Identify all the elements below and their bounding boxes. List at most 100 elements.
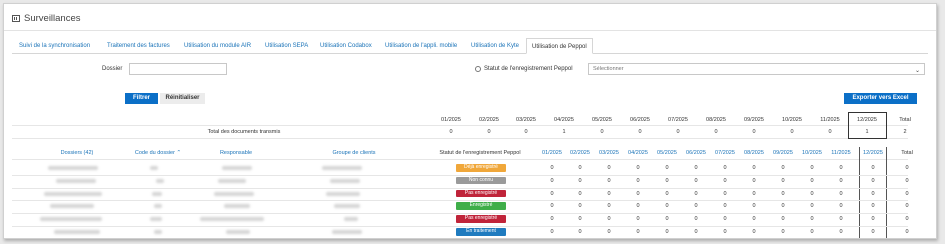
table-cell-value: 0: [578, 177, 582, 184]
tab-codabox[interactable]: Utilisation Codabox: [320, 38, 372, 54]
table-cell-value: 0: [839, 165, 843, 171]
table-cell-value: 0: [694, 177, 698, 184]
redacted-text: [214, 191, 254, 196]
tab-air-module[interactable]: Utilisation du module AIR: [184, 38, 251, 54]
dossier-input[interactable]: [129, 63, 227, 75]
status-radio-icon[interactable]: [475, 66, 481, 72]
table-header-divider: [12, 159, 908, 160]
tab-peppol[interactable]: Utilisation de Peppol: [526, 38, 593, 54]
reset-button[interactable]: Réinitialiser: [160, 93, 205, 104]
table-cell-value: 0: [578, 229, 582, 235]
export-excel-button[interactable]: Exporter vers Excel: [844, 93, 917, 104]
table-cell-value: 0: [607, 229, 611, 235]
redacted-text: [322, 166, 362, 170]
table-cell-value: 0: [723, 190, 727, 197]
table-row-divider: [12, 226, 908, 227]
redacted-text: [48, 166, 98, 170]
table-month-header[interactable]: 07/2025: [711, 150, 739, 156]
summary-value: 1: [562, 129, 566, 135]
status-badge: Pas enregistré: [456, 215, 506, 223]
table-total-header: Total: [901, 150, 913, 156]
table-month-header[interactable]: 02/2025: [566, 150, 594, 156]
summary-month-header: 01/2025: [441, 117, 461, 123]
table-cell-value: 0: [694, 229, 698, 235]
col-groupe[interactable]: Groupe de clients: [324, 150, 384, 156]
tab-kyte[interactable]: Utilisation de Kyte: [471, 38, 519, 54]
table-cell-value: 0: [839, 177, 843, 184]
table-month-header[interactable]: 05/2025: [653, 150, 681, 156]
table-cell-value: 0: [550, 165, 554, 171]
tab-synchronisation[interactable]: Suivi de la synchronisation: [19, 38, 90, 54]
tab-invoices[interactable]: Traitement des factures: [107, 38, 170, 54]
redacted-text: [200, 217, 264, 222]
table-cell-value: 0: [871, 165, 875, 171]
summary-value: 0: [487, 129, 491, 135]
table-cell-value: 0: [550, 203, 554, 210]
summary-value: 0: [638, 129, 642, 135]
table-cell-value: 0: [607, 165, 611, 171]
sort-ascending-icon: ⌃: [176, 150, 182, 156]
table-cell-value: 0: [871, 190, 875, 197]
tab-bar: Suivi de la synchronisation Traitement d…: [12, 38, 928, 54]
summary-month-header: 04/2025: [554, 117, 574, 123]
tab-mobile-app[interactable]: Utilisation de l'appli. mobile: [385, 38, 457, 54]
table-month-header[interactable]: 08/2025: [740, 150, 768, 156]
redacted-text: [218, 178, 246, 183]
redacted-text: [44, 191, 102, 196]
table-month-header[interactable]: 06/2025: [682, 150, 710, 156]
table-cell-value: 0: [665, 216, 669, 223]
summary-month-header: 02/2025: [479, 117, 499, 123]
table-row-total: 0: [905, 229, 909, 235]
table-month-header[interactable]: 09/2025: [769, 150, 797, 156]
table-cell-value: 0: [578, 165, 582, 171]
summary-value: 1: [865, 129, 869, 135]
table-month-header[interactable]: 12/2025: [859, 150, 887, 156]
table-month-header[interactable]: 01/2025: [538, 150, 566, 156]
tab-sepa[interactable]: Utilisation SEPA: [265, 38, 308, 54]
table-cell-value: 0: [781, 229, 785, 235]
dossier-label: Dossier: [102, 66, 123, 72]
table-month-header[interactable]: 10/2025: [798, 150, 826, 156]
status-filter-label: Statut de l'enregistrement Peppol: [484, 66, 573, 72]
col-code-dossier[interactable]: Code du dossier ⌃: [133, 150, 183, 156]
page-title: Surveillances: [12, 13, 81, 24]
table-month-header[interactable]: 04/2025: [624, 150, 652, 156]
table-cell-value: 0: [839, 216, 843, 223]
status-select[interactable]: Sélectionner ⌄: [588, 63, 925, 75]
table-cell-value: 0: [578, 203, 582, 210]
table-cell-value: 0: [694, 203, 698, 210]
redacted-text: [222, 166, 252, 170]
table-cell-value: 0: [607, 203, 611, 210]
table-cell-value: 0: [550, 229, 554, 235]
status-badge: Pas enregistré: [456, 189, 506, 198]
table-month-header[interactable]: 03/2025: [595, 150, 623, 156]
redacted-text: [56, 178, 96, 183]
title-divider: [4, 30, 936, 31]
table-cell-value: 0: [781, 165, 785, 171]
summary-month-header: 12/2025: [857, 117, 877, 123]
table-cell-value: 0: [723, 216, 727, 223]
table-row-divider: [12, 213, 908, 215]
table-month-header[interactable]: 11/2025: [827, 150, 855, 156]
summary-month-header: 08/2025: [706, 117, 726, 123]
redacted-text: [150, 217, 162, 222]
table-cell-value: 0: [871, 203, 875, 210]
table-cell-value: 0: [550, 190, 554, 197]
summary-value: 0: [790, 129, 794, 135]
redacted-text: [150, 166, 158, 170]
redacted-text: [224, 204, 250, 209]
summary-total-header: Total: [899, 117, 911, 123]
status-badge: Déjà enregistré: [456, 164, 506, 172]
filter-button[interactable]: Filtrer: [125, 93, 158, 104]
summary-value: 0: [752, 129, 756, 135]
table-cell-value: 0: [636, 177, 640, 184]
col-statut: Statut de l'enregistrement Peppol: [439, 150, 521, 156]
col-dossiers[interactable]: Dossiers (42): [53, 150, 101, 156]
status-badge: Enregistré: [456, 202, 506, 210]
table-cell-value: 0: [871, 216, 875, 223]
table-cell-value: 0: [839, 190, 843, 197]
summary-month-header: 09/2025: [744, 117, 764, 123]
chevron-down-icon: ⌄: [914, 68, 920, 74]
col-responsable[interactable]: Responsable: [213, 150, 259, 156]
table-cell-value: 0: [694, 165, 698, 171]
